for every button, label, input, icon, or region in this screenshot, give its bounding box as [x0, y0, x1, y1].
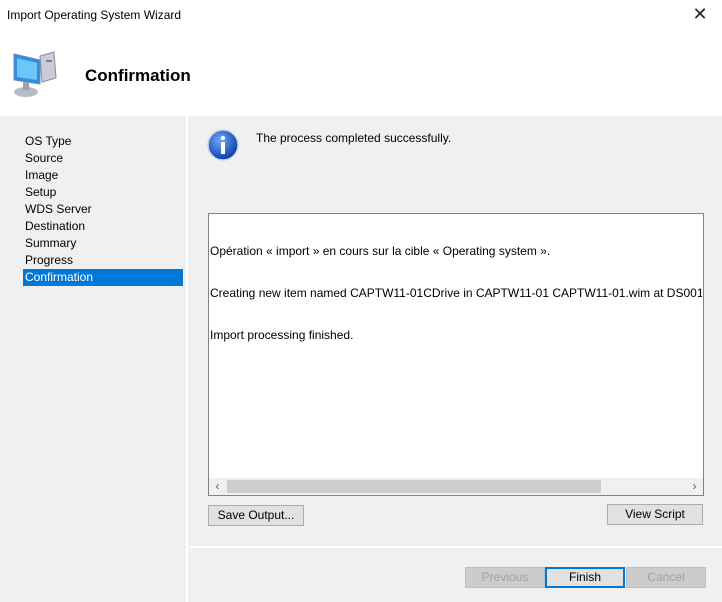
sidebar-item-image[interactable]: Image: [23, 167, 183, 184]
title-bar: Import Operating System Wizard ✕: [0, 0, 722, 30]
sidebar-item-wds-server[interactable]: WDS Server: [23, 201, 183, 218]
output-line: Opération « import » en cours sur la cib…: [210, 244, 551, 258]
wizard-steps-sidebar: OS Type Source Image Setup WDS Server Destina…: [0, 116, 188, 602]
finish-button[interactable]: Finish: [545, 567, 625, 588]
scroll-left-icon[interactable]: ‹: [209, 478, 226, 495]
page-title: Confirmation: [85, 66, 191, 85]
close-icon[interactable]: ✕: [688, 4, 712, 25]
sidebar-item-progress[interactable]: Progress: [23, 252, 183, 269]
cancel-button[interactable]: Cancel: [626, 567, 706, 588]
info-icon: [207, 129, 239, 161]
wizard-header: Confirmation: [0, 30, 722, 116]
view-script-button[interactable]: View Script: [607, 504, 703, 525]
save-output-button[interactable]: Save Output...: [208, 505, 304, 526]
sidebar-item-setup[interactable]: Setup: [23, 184, 183, 201]
output-log[interactable]: Opération « import » en cours sur la cib…: [208, 213, 704, 496]
output-line: Creating new item named CAPTW11-01CDrive…: [210, 286, 702, 300]
sidebar-item-summary[interactable]: Summary: [23, 235, 183, 252]
scroll-right-icon[interactable]: ›: [686, 478, 703, 495]
divider: [190, 546, 722, 548]
status-message: The process completed successfully.: [256, 131, 452, 145]
output-text: Opération « import » en cours sur la cib…: [210, 216, 702, 370]
horizontal-scrollbar[interactable]: ‹ ›: [209, 478, 703, 495]
sidebar-item-source[interactable]: Source: [23, 150, 183, 167]
scrollbar-thumb[interactable]: [227, 480, 601, 493]
previous-button[interactable]: Previous: [465, 567, 545, 588]
sidebar-item-confirmation[interactable]: Confirmation: [23, 269, 183, 286]
sidebar-item-destination[interactable]: Destination: [23, 218, 183, 235]
computer-icon: [13, 51, 57, 97]
window-title: Import Operating System Wizard: [7, 8, 182, 22]
output-line: Import processing finished.: [210, 328, 354, 342]
sidebar-item-os-type[interactable]: OS Type: [23, 133, 183, 150]
